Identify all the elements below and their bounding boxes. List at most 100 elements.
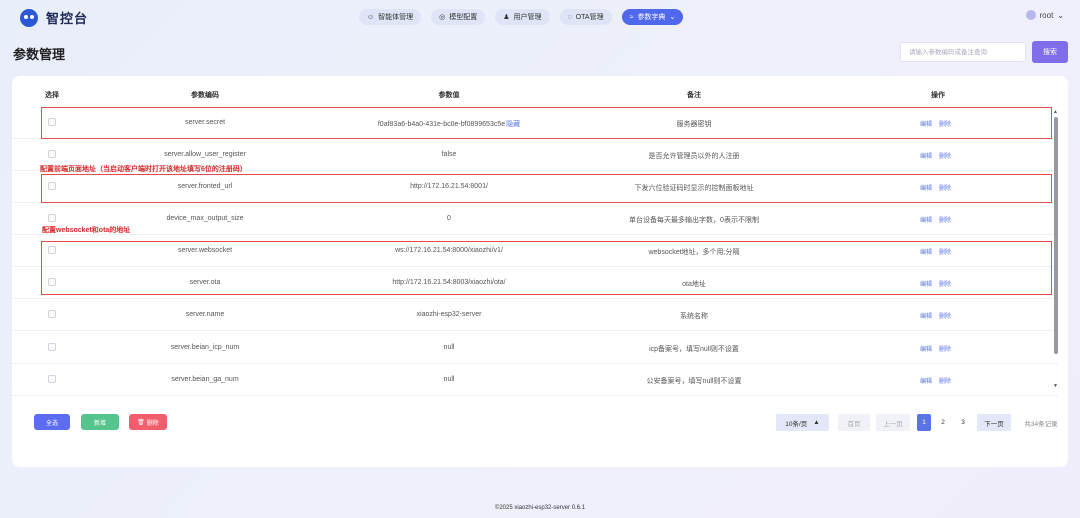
param-code: server.websocket [177, 247, 233, 254]
row-checkbox[interactable] [48, 150, 56, 158]
header-ops: 操作 [931, 92, 945, 99]
nav-item-ota[interactable]: ◌ OTA管理 [559, 9, 612, 25]
param-remark: 系统名称 [680, 313, 708, 320]
main-nav: ☺ 智能体管理 ◎ 模型配置 ♟ 用户管理 ◌ OTA管理 ≈ 参数字典 ⌄ [359, 9, 684, 25]
header-remark: 备注 [687, 92, 701, 99]
param-code: server.secret [184, 119, 226, 126]
edit-button[interactable]: 编辑 [920, 344, 932, 353]
row-checkbox[interactable] [48, 214, 56, 222]
chevron-down-icon: ⌄ [669, 14, 676, 21]
row-actions: 编辑 删除 [920, 344, 951, 353]
edit-button[interactable]: 编辑 [920, 279, 932, 288]
param-code: server.fronted_url [177, 183, 233, 190]
table-row: device_max_output_size 0 单台设备每天最多输出字数，0表… [12, 203, 1058, 235]
first-page-button[interactable]: 首页 [838, 414, 870, 431]
delete-button[interactable]: 删除 [939, 215, 951, 224]
row-actions: 编辑 删除 [920, 151, 951, 160]
header-code: 参数编码 [191, 92, 219, 99]
bulk-delete-button[interactable]: 🗑 删除 [129, 414, 167, 430]
edit-button[interactable]: 编辑 [920, 183, 932, 192]
next-page-button[interactable]: 下一页 [977, 414, 1011, 431]
param-remark: 下发六位验证码时显示的控制面板地址 [634, 185, 754, 192]
delete-button[interactable]: 删除 [939, 247, 951, 256]
ota-icon: ◌ [567, 13, 572, 21]
table-row: server.beian_icp_num null icp备案号，填写null则… [12, 332, 1058, 364]
brand[interactable]: 智控台 [20, 8, 88, 27]
search-input[interactable] [900, 42, 1026, 62]
edit-button[interactable]: 编辑 [920, 119, 932, 128]
param-code: server.allow_user_register [164, 151, 246, 158]
param-code: device_max_output_size [166, 215, 244, 222]
param-value: http://172.16.21.54:8001/ [410, 183, 488, 190]
hide-value-link[interactable]: 隐藏 [506, 121, 520, 128]
param-remark: 公安备案号，填写null则不设置 [646, 378, 742, 385]
chevron-down-icon: ⌄ [1057, 10, 1064, 20]
page-1-button[interactable]: 1 [917, 414, 931, 431]
caret-up-icon: ▲ [813, 419, 820, 426]
row-checkbox[interactable] [48, 118, 56, 126]
param-value: f0af83a6-b4a0-431e-bc0e-bf0899653c5e [377, 121, 506, 128]
dict-icon: ≈ [629, 13, 634, 21]
delete-button[interactable]: 删除 [939, 376, 951, 385]
header-value: 参数值 [438, 92, 460, 99]
row-actions: 编辑 删除 [920, 215, 951, 224]
search-button[interactable]: 搜索 [1032, 41, 1068, 63]
table-row: server.name xiaozhi-esp32-server 系统名称 编辑… [12, 299, 1058, 331]
delete-button[interactable]: 删除 [939, 119, 951, 128]
bulk-delete-label: 删除 [146, 420, 159, 427]
scroll-up-icon[interactable]: ▲ [1053, 109, 1058, 115]
prev-page-button[interactable]: 上一页 [876, 414, 910, 431]
row-actions: 编辑 删除 [920, 119, 951, 128]
row-checkbox[interactable] [48, 310, 56, 318]
total-records: 共34条记录 [1024, 420, 1058, 428]
row-actions: 编辑 删除 [920, 376, 951, 385]
param-code: server.name [185, 311, 225, 318]
nav-label: 用户管理 [513, 14, 542, 21]
nav-item-dict[interactable]: ≈ 参数字典 ⌄ [621, 9, 684, 25]
scrollbar-thumb[interactable] [1054, 117, 1058, 354]
row-checkbox[interactable] [48, 375, 56, 383]
edit-button[interactable]: 编辑 [920, 215, 932, 224]
edit-button[interactable]: 编辑 [920, 311, 932, 320]
header-select: 选择 [45, 92, 59, 99]
row-checkbox[interactable] [48, 246, 56, 254]
page-size-label: 10条/页 [785, 420, 808, 428]
param-value: null [443, 376, 455, 383]
param-value: 0 [447, 215, 451, 222]
delete-button[interactable]: 删除 [939, 183, 951, 192]
scroll-down-icon[interactable]: ▼ [1053, 383, 1058, 389]
add-button[interactable]: 新增 [81, 414, 119, 430]
row-actions: 编辑 删除 [920, 311, 951, 320]
nav-item-users[interactable]: ♟ 用户管理 [495, 9, 550, 25]
param-remark: 是否允许管理员以外的人注册 [648, 153, 740, 160]
page-2-button[interactable]: 2 [937, 414, 949, 431]
nav-label: OTA管理 [575, 14, 604, 21]
nav-item-models[interactable]: ◎ 模型配置 [431, 9, 486, 25]
model-icon: ◎ [439, 14, 446, 21]
param-value-cell: f0af83a6-b4a0-431e-bc0e-bf0899653c5e隐藏 [378, 119, 520, 129]
delete-button[interactable]: 删除 [939, 311, 951, 320]
nav-label: 参数字典 [637, 14, 666, 21]
delete-button[interactable]: 删除 [939, 151, 951, 160]
row-checkbox[interactable] [48, 278, 56, 286]
page-3-button[interactable]: 3 [957, 414, 969, 431]
param-value: xiaozhi-esp32-server [416, 311, 482, 318]
edit-button[interactable]: 编辑 [920, 376, 932, 385]
row-checkbox[interactable] [48, 343, 56, 351]
param-remark: ota地址 [682, 281, 706, 288]
edit-button[interactable]: 编辑 [920, 151, 932, 160]
table-row: server.ota http://172.16.21.54:8003/xiao… [12, 267, 1058, 299]
edit-button[interactable]: 编辑 [920, 247, 932, 256]
delete-button[interactable]: 删除 [939, 344, 951, 353]
delete-button[interactable]: 删除 [939, 279, 951, 288]
select-all-button[interactable]: 全选 [34, 414, 70, 430]
agent-icon: ☺ [367, 13, 375, 21]
nav-item-agents[interactable]: ☺ 智能体管理 [359, 9, 422, 25]
user-menu[interactable]: root ⌄ [1025, 10, 1064, 20]
row-checkbox[interactable] [48, 182, 56, 190]
row-actions: 编辑 删除 [920, 183, 951, 192]
param-remark: 单台设备每天最多输出字数，0表示不限制 [629, 217, 759, 224]
table-row: server.websocket ws://172.16.21.54:8000/… [12, 235, 1058, 267]
page-size-select[interactable]: 10条/页 ▲ [776, 414, 829, 431]
row-actions: 编辑 删除 [920, 247, 951, 256]
